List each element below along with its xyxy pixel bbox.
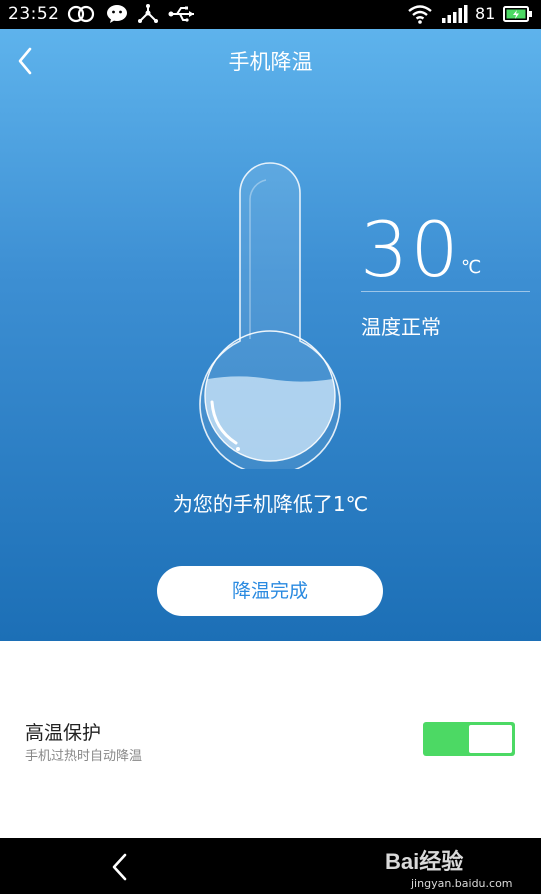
watermark-brand: Bai经验 xyxy=(385,849,464,874)
battery-charging-icon xyxy=(503,6,532,22)
settings-panel: 高温保护 手机过热时自动降温 xyxy=(0,641,541,838)
divider xyxy=(361,291,530,292)
nav-back-icon[interactable] xyxy=(105,850,135,884)
watermark: Bai经验 jingyan.baidu.com xyxy=(385,844,513,890)
share-hub-icon xyxy=(138,4,158,23)
cooling-done-button[interactable]: 降温完成 xyxy=(157,566,383,616)
wechat-icon xyxy=(107,5,127,23)
infinity-icon xyxy=(67,5,95,23)
high-temp-protection-title: 高温保护 xyxy=(25,722,102,744)
signal-icon xyxy=(442,5,468,23)
battery-percent: 81 xyxy=(475,4,496,23)
high-temp-protection-subtitle: 手机过热时自动降温 xyxy=(25,749,143,764)
status-bar: 23:52 81 xyxy=(0,0,541,29)
watermark-url: jingyan.baidu.com xyxy=(411,877,513,890)
thermometer-graphic xyxy=(199,162,341,469)
wifi-icon xyxy=(408,5,432,24)
cooling-panel: 手机降温 30 ℃ 温度正常 为您的手机降低了1℃ 降温完成 xyxy=(0,29,541,641)
usb-icon xyxy=(168,6,194,22)
cooling-result-message: 为您的手机降低了1℃ xyxy=(172,492,369,516)
temperature-unit: ℃ xyxy=(461,257,482,278)
navigation-bar: Bai经验 jingyan.baidu.com xyxy=(0,838,541,894)
toggle-knob xyxy=(469,725,512,753)
status-time: 23:52 xyxy=(8,4,60,24)
temperature-status: 温度正常 xyxy=(361,315,441,339)
high-temp-protection-toggle[interactable] xyxy=(423,722,515,756)
page-title: 手机降温 xyxy=(228,50,313,74)
temperature-value: 30 xyxy=(360,205,461,294)
